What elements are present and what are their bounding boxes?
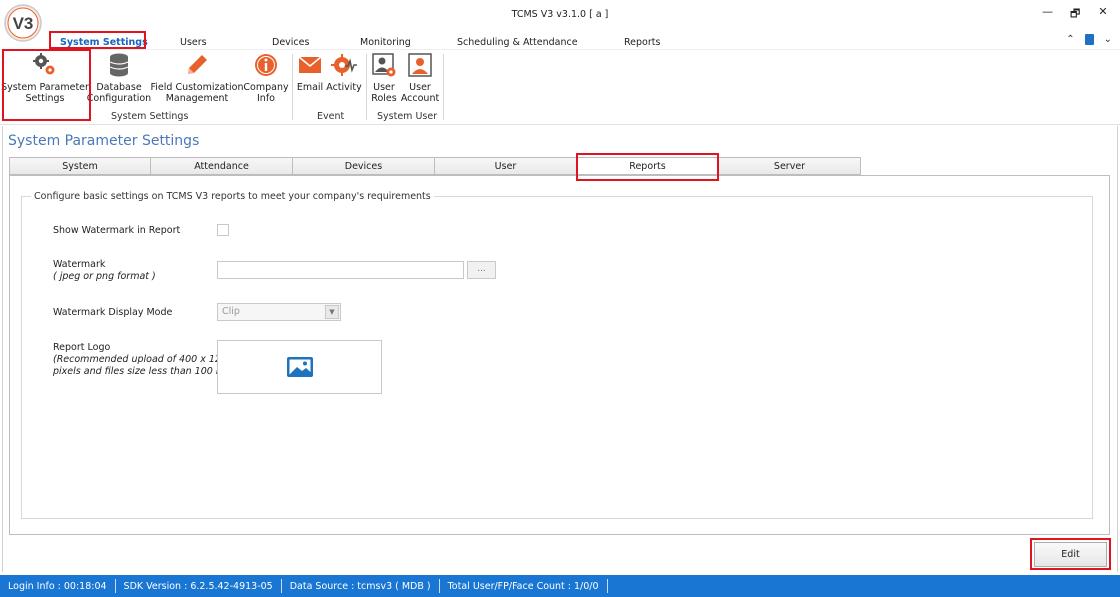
menu-tab-monitoring[interactable]: Monitoring bbox=[360, 37, 411, 48]
display-mode-select[interactable]: Clip ▼ bbox=[217, 303, 341, 321]
menu-tab-users[interactable]: Users bbox=[180, 37, 207, 48]
tab-attendance[interactable]: Attendance bbox=[151, 157, 293, 175]
highlight-system-settings-tab bbox=[49, 31, 146, 49]
user-account-button[interactable]: User Account bbox=[401, 52, 439, 104]
info-icon bbox=[253, 52, 279, 78]
watermark-browse-button[interactable]: ... bbox=[467, 261, 496, 279]
field-customization-button[interactable]: Field Customization Management bbox=[150, 52, 244, 104]
menu-tab-scheduling-attendance[interactable]: Scheduling & Attendance bbox=[457, 37, 578, 48]
collapse-ribbon-icon[interactable]: ⌃ bbox=[1066, 34, 1074, 45]
database-icon bbox=[106, 52, 132, 78]
watermark-label-text: Watermark bbox=[53, 259, 106, 270]
menu-tab-devices[interactable]: Devices bbox=[272, 37, 309, 48]
sdk-version: SDK Version : 6.2.5.42-4913-05 bbox=[123, 580, 273, 592]
report-logo-label-text: Report Logo bbox=[53, 342, 111, 353]
tab-system[interactable]: System bbox=[9, 157, 151, 175]
watermark-label: Watermark ( jpeg or png format ) bbox=[53, 259, 156, 283]
pencil-icon bbox=[184, 52, 210, 78]
window-controls: — 🗗 ✕ bbox=[1042, 5, 1108, 24]
page-title: System Parameter Settings bbox=[8, 133, 200, 149]
activity-gear-icon bbox=[331, 52, 357, 78]
chevron-down-icon[interactable]: ▼ bbox=[325, 305, 339, 319]
ribbon-label: User bbox=[409, 82, 431, 93]
watermark-format-hint: ( jpeg or png format ) bbox=[53, 271, 156, 282]
ribbon-extras: ⌃ ⌄ bbox=[1066, 34, 1112, 45]
group-caption: Configure basic settings on TCMS V3 repo… bbox=[31, 191, 434, 202]
show-watermark-label: Show Watermark in Report bbox=[53, 225, 181, 236]
highlight-system-parameter-settings bbox=[2, 49, 91, 121]
ribbon-label: Info bbox=[257, 93, 275, 104]
ribbon-label: Company bbox=[243, 82, 289, 93]
company-info-button[interactable]: Company Info bbox=[243, 52, 289, 104]
display-mode-value: Clip bbox=[222, 306, 240, 317]
menu-tab-reports[interactable]: Reports bbox=[624, 37, 660, 48]
ribbon-separator bbox=[366, 54, 367, 120]
ribbon-label: Field Customization bbox=[150, 82, 244, 93]
ribbon-group-system-settings: System Settings bbox=[111, 111, 189, 122]
ribbon-options-icon[interactable]: ⌄ bbox=[1104, 34, 1112, 45]
tab-server[interactable]: Server bbox=[719, 157, 861, 175]
ribbon-label: Database bbox=[96, 82, 142, 93]
status-separator bbox=[606, 579, 608, 593]
user-gear-icon bbox=[371, 52, 397, 78]
user-card-icon bbox=[407, 52, 433, 78]
window-title: TCMS V3 v3.1.0 [ a ] bbox=[511, 9, 609, 20]
ribbon-label: Roles bbox=[371, 93, 397, 104]
ribbon-label: Account bbox=[400, 93, 440, 104]
image-icon bbox=[286, 357, 313, 377]
user-roles-button[interactable]: User Roles bbox=[370, 52, 398, 104]
show-watermark-checkbox[interactable] bbox=[217, 224, 229, 236]
display-mode-label: Watermark Display Mode bbox=[53, 307, 173, 318]
ribbon-label: Activity bbox=[326, 82, 362, 93]
data-source: Data Source : tcmsv3 ( MDB ) bbox=[289, 580, 431, 592]
tab-user[interactable]: User bbox=[435, 157, 577, 175]
ribbon-group-system-user: System User bbox=[377, 111, 438, 122]
envelope-icon bbox=[297, 52, 323, 78]
ribbon-label: Email bbox=[296, 82, 324, 93]
report-logo-label: Report Logo (Recommended upload of 400 x… bbox=[53, 342, 232, 378]
user-count: Total User/FP/Face Count : 1/0/0 bbox=[447, 580, 599, 592]
report-logo-hint-2: pixels and files size less than 100 KB) bbox=[53, 366, 233, 377]
minimize-button[interactable]: — bbox=[1042, 5, 1053, 24]
restore-button[interactable]: 🗗 bbox=[1070, 5, 1080, 24]
ribbon-separator bbox=[292, 54, 293, 120]
database-configuration-button[interactable]: Database Configuration bbox=[86, 52, 152, 104]
status-bar: Login Info : 00:18:04 SDK Version : 6.2.… bbox=[0, 575, 1120, 597]
watermark-file-input[interactable] bbox=[217, 261, 464, 279]
close-button[interactable]: ✕ bbox=[1098, 5, 1108, 24]
settings-tabs: System Attendance Devices User Reports S… bbox=[9, 157, 861, 175]
ribbon-group-event: Event bbox=[317, 111, 345, 122]
tab-devices[interactable]: Devices bbox=[293, 157, 435, 175]
login-info: Login Info : 00:18:04 bbox=[8, 580, 107, 592]
email-button[interactable]: Email bbox=[296, 52, 324, 93]
ribbon-label: User bbox=[373, 82, 395, 93]
report-logo-upload[interactable] bbox=[217, 340, 382, 394]
activity-button[interactable]: Activity bbox=[326, 52, 362, 93]
office-icon[interactable] bbox=[1084, 34, 1094, 45]
ribbon-label: Management bbox=[165, 93, 229, 104]
highlight-edit-button bbox=[1030, 538, 1111, 570]
ribbon-separator bbox=[443, 54, 444, 120]
report-logo-hint-1: (Recommended upload of 400 x 125 bbox=[53, 354, 227, 365]
ribbon-label: Configuration bbox=[86, 93, 152, 104]
highlight-reports-tab bbox=[576, 153, 719, 181]
